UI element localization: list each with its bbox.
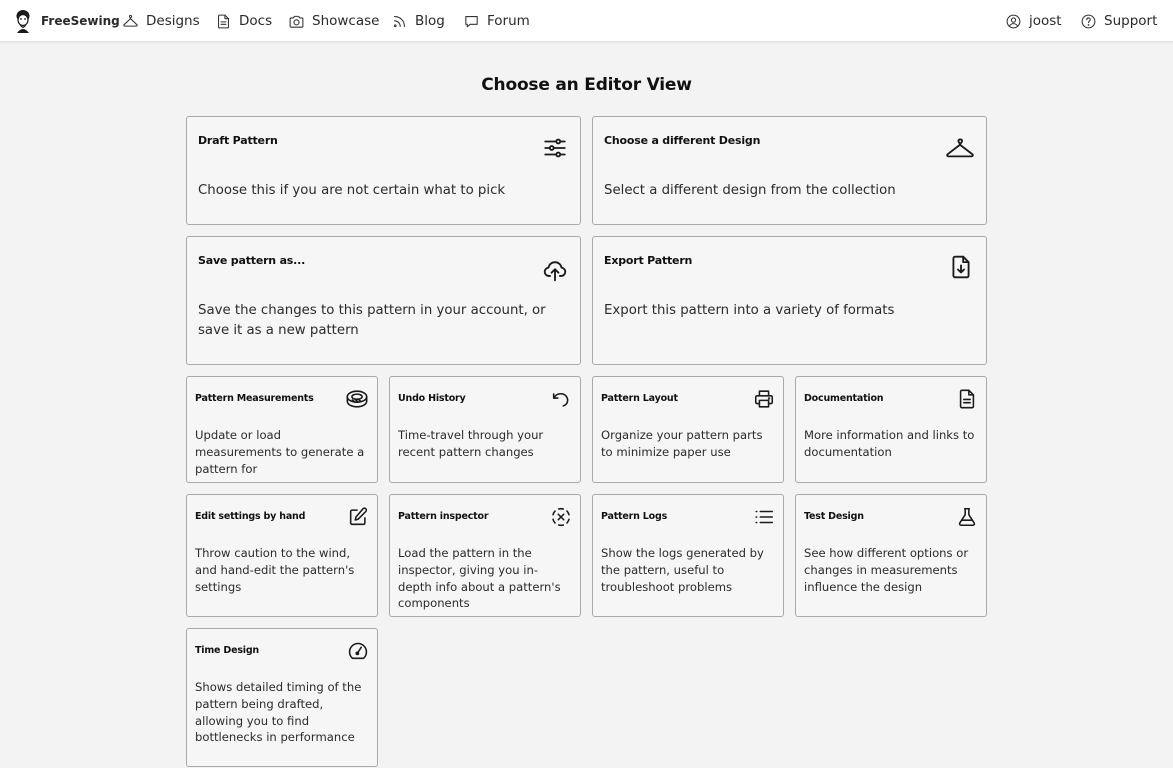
view-card-choose-design[interactable]: Choose a different Design Select a diffe…: [592, 116, 987, 225]
list-icon: [753, 506, 775, 528]
view-card-documentation[interactable]: Documentation More information and links…: [795, 376, 987, 483]
nav-support-label: Support: [1104, 13, 1158, 29]
view-card-pattern-inspector[interactable]: Pattern inspector Load the pattern in th…: [389, 494, 581, 617]
nav-forum[interactable]: Forum: [463, 0, 530, 42]
hanger-icon: [123, 14, 138, 27]
speedometer-icon: [347, 640, 369, 662]
view-card-description: Organize your pattern parts to minimize …: [601, 428, 763, 459]
nav-designs-label: Designs: [146, 13, 200, 29]
nav-support[interactable]: Support: [1080, 0, 1157, 42]
top-navigation: FreeSewing Designs Docs Showcase Blog Fo…: [0, 0, 1173, 42]
view-card-description: More information and links to documentat…: [804, 428, 975, 459]
brand-name: FreeSewing: [41, 14, 120, 28]
view-card-pattern-measurements[interactable]: Pattern Measurements Update or load meas…: [186, 376, 378, 483]
freesewing-logo-icon: [16, 10, 30, 33]
view-card-edit-settings[interactable]: Edit settings by hand Throw caution to t…: [186, 494, 378, 617]
cloud-upload-icon: [542, 257, 568, 283]
rss-icon: [393, 15, 405, 27]
view-card-test-design[interactable]: Test Design See how different options or…: [795, 494, 987, 617]
inspect-icon: [550, 506, 572, 528]
view-card-title: Export Pattern: [604, 254, 693, 267]
view-card-title: Edit settings by hand: [195, 511, 306, 522]
view-card-description: Shows detailed timing of the pattern bei…: [195, 680, 362, 745]
view-card-description: Export this pattern into a variety of fo…: [604, 303, 895, 318]
view-card-description: Show the logs generated by the pattern, …: [601, 546, 764, 594]
view-card-description: Choose this if you are not certain what …: [198, 183, 506, 198]
view-card-pattern-layout[interactable]: Pattern Layout Organize your pattern par…: [592, 376, 784, 483]
camera-icon: [289, 15, 304, 28]
view-card-title: Draft Pattern: [198, 134, 278, 147]
view-card-save-pattern-as[interactable]: Save pattern as... Save the changes to t…: [186, 236, 581, 365]
view-card-export-pattern[interactable]: Export Pattern Export this pattern into …: [592, 236, 987, 365]
view-card-title: Time Design: [195, 645, 259, 656]
view-card-undo-history[interactable]: Undo History Time-travel through your re…: [389, 376, 581, 483]
view-card-title: Pattern Logs: [601, 511, 668, 522]
nav-showcase-label: Showcase: [312, 13, 380, 29]
brand-link[interactable]: FreeSewing: [12, 0, 120, 42]
view-card-time-design[interactable]: Time Design Shows detailed timing of the…: [186, 628, 378, 767]
document-icon: [956, 388, 978, 410]
view-card-description: Time-travel through your recent pattern …: [398, 428, 544, 459]
chat-bubble-icon: [465, 15, 478, 27]
view-card-description: See how different options or changes in …: [804, 546, 969, 594]
view-card-description: Update or load measurements to generate …: [195, 428, 365, 476]
view-card-description: Throw caution to the wind, and hand-edit…: [195, 546, 355, 594]
nav-account-label: joost: [1029, 13, 1062, 29]
edit-icon: [347, 506, 369, 528]
help-circle-icon: [1081, 14, 1096, 28]
sliders-icon: [542, 135, 568, 161]
view-card-draft-pattern[interactable]: Draft Pattern Choose this if you are not…: [186, 116, 581, 225]
page-title: Choose an Editor View: [481, 75, 692, 95]
view-card-description: Save the changes to this pattern in your…: [198, 303, 546, 338]
file-download-icon: [948, 254, 974, 280]
nav-showcase[interactable]: Showcase: [288, 0, 379, 42]
view-card-title: Pattern Layout: [601, 393, 678, 404]
hanger-icon: [945, 135, 975, 161]
flask-icon: [956, 506, 978, 528]
view-card-title: Test Design: [804, 511, 864, 522]
nav-designs[interactable]: Designs: [122, 0, 200, 42]
nav-forum-label: Forum: [487, 13, 530, 29]
nav-account[interactable]: joost: [1005, 0, 1062, 42]
view-card-title: Documentation: [804, 393, 884, 404]
view-card-title: Choose a different Design: [604, 134, 761, 147]
nav-docs[interactable]: Docs: [215, 0, 272, 42]
nav-blog[interactable]: Blog: [391, 0, 445, 42]
nav-docs-label: Docs: [239, 13, 273, 29]
measuring-tape-icon: [345, 388, 369, 410]
view-card-title: Save pattern as...: [198, 254, 306, 267]
undo-icon: [550, 388, 572, 410]
view-card-description: Load the pattern in the inspector, givin…: [398, 546, 561, 611]
document-icon: [218, 14, 229, 28]
view-card-description: Select a different design from the colle…: [604, 183, 896, 198]
user-circle-icon: [1006, 14, 1021, 28]
printer-icon: [753, 388, 775, 410]
view-card-pattern-logs[interactable]: Pattern Logs Show the logs generated by …: [592, 494, 784, 617]
view-card-title: Pattern inspector: [398, 511, 489, 522]
view-card-title: Pattern Measurements: [195, 393, 314, 404]
nav-blog-label: Blog: [415, 13, 445, 29]
view-card-title: Undo History: [398, 393, 466, 404]
